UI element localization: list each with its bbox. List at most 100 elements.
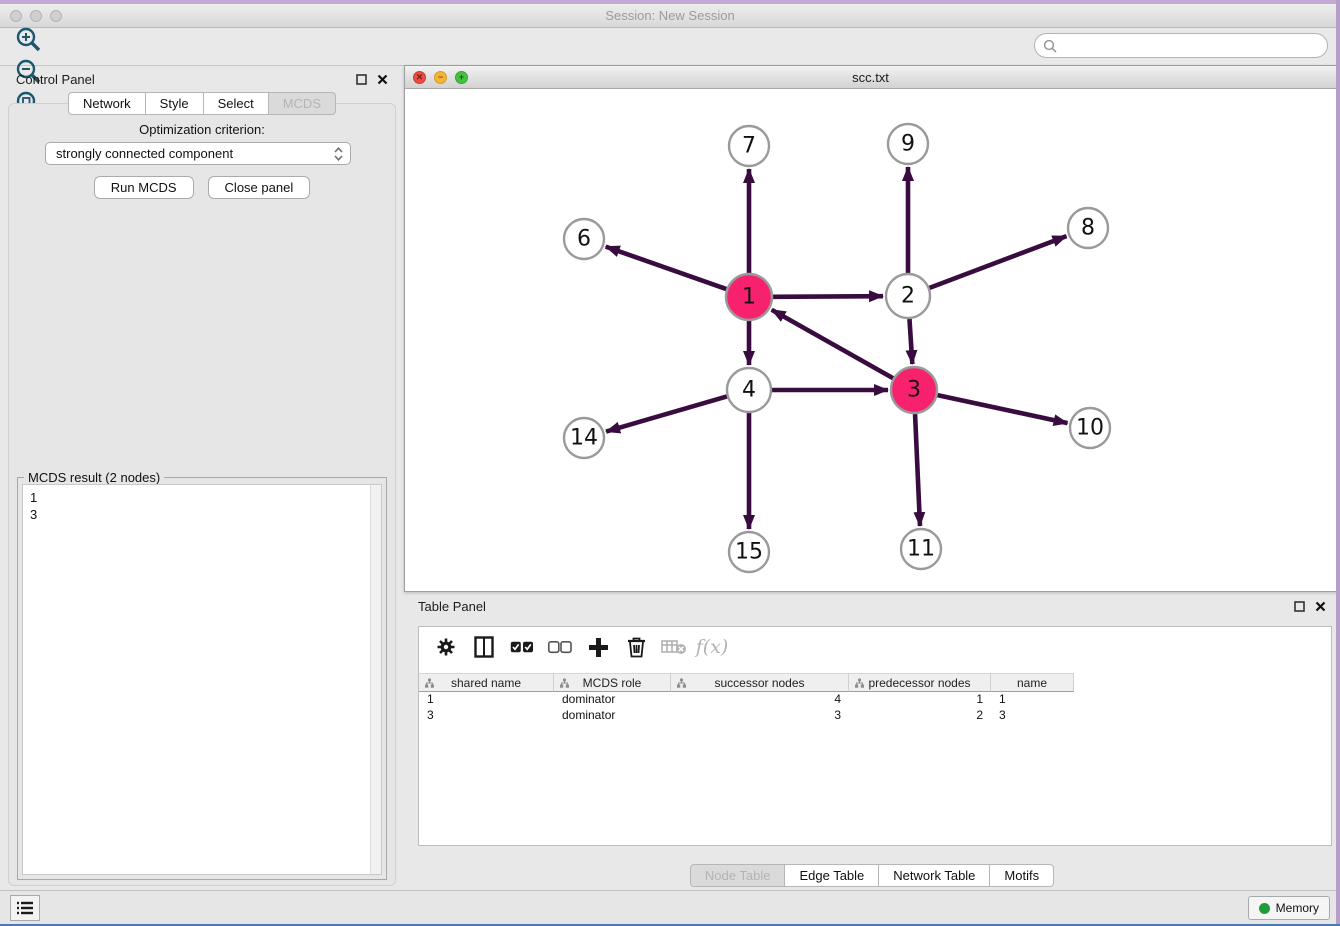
search-box[interactable] bbox=[1034, 33, 1328, 58]
edge-1-6[interactable] bbox=[606, 247, 727, 289]
optimization-criterion-label: Optimization criterion: bbox=[9, 122, 395, 137]
function-builder-icon: f(x) bbox=[695, 632, 729, 662]
close-panel-button[interactable]: Close panel bbox=[208, 176, 311, 199]
table-cell[interactable]: dominator bbox=[554, 708, 671, 724]
deselect-all-icon[interactable] bbox=[543, 632, 577, 662]
graph-node-3[interactable]: 3 bbox=[891, 367, 937, 413]
svg-text:3: 3 bbox=[907, 378, 921, 403]
table-cell[interactable]: 1 bbox=[991, 692, 1074, 708]
node-table-container: f(x) shared nameMCDS rolesuccessor nodes… bbox=[418, 626, 1332, 846]
window-title: Session: New Session bbox=[0, 8, 1340, 23]
mcds-result-textarea[interactable]: 1 3 bbox=[22, 484, 382, 875]
column-header-successor-nodes[interactable]: successor nodes bbox=[671, 673, 849, 692]
graph-node-11[interactable]: 11 bbox=[901, 529, 941, 569]
table-row[interactable]: 3dominator323 bbox=[419, 708, 1331, 724]
desktop-edge-top bbox=[0, 0, 1340, 4]
table-cell[interactable]: 1 bbox=[419, 692, 554, 708]
edge-3-1[interactable] bbox=[772, 310, 893, 378]
zoom-in-icon[interactable] bbox=[11, 24, 45, 56]
close-table-panel-icon[interactable] bbox=[1315, 601, 1326, 612]
graph-node-10[interactable]: 10 bbox=[1070, 408, 1110, 448]
svg-text:8: 8 bbox=[1081, 216, 1095, 241]
control-panel-tabs: NetworkStyleSelectMCDS bbox=[4, 92, 400, 115]
tab-select[interactable]: Select bbox=[203, 92, 268, 115]
tab-network-table[interactable]: Network Table bbox=[878, 864, 989, 887]
edge-3-11[interactable] bbox=[915, 414, 920, 526]
add-column-icon[interactable] bbox=[581, 632, 615, 662]
graph-node-9[interactable]: 9 bbox=[888, 124, 928, 164]
svg-text:11: 11 bbox=[907, 537, 935, 562]
memory-status-icon bbox=[1259, 903, 1270, 914]
svg-text:14: 14 bbox=[570, 426, 598, 451]
mcds-result-group: MCDS result (2 nodes) 1 3 bbox=[17, 477, 387, 880]
delete-table-icon bbox=[657, 632, 691, 662]
show-task-history-button[interactable] bbox=[10, 895, 40, 921]
svg-text:15: 15 bbox=[735, 540, 763, 565]
table-cell[interactable]: 4 bbox=[671, 692, 849, 708]
column-header-MCDS-role[interactable]: MCDS role bbox=[554, 673, 671, 692]
network-graph[interactable]: 1 2 3 4 6 7 8 9 10 11 14 15 bbox=[405, 89, 1336, 592]
column-header-shared-name[interactable]: shared name bbox=[419, 673, 554, 692]
tab-edge-table[interactable]: Edge Table bbox=[784, 864, 878, 887]
control-panel-title: Control Panel bbox=[16, 72, 95, 87]
select-all-icon[interactable] bbox=[505, 632, 539, 662]
table-cell[interactable]: dominator bbox=[554, 692, 671, 708]
graph-node-4[interactable]: 4 bbox=[727, 368, 771, 412]
svg-text:9: 9 bbox=[901, 132, 915, 157]
tab-node-table[interactable]: Node Table bbox=[690, 864, 785, 887]
dropdown-selected-value: strongly connected component bbox=[56, 146, 233, 161]
table-panel: Table Panel f(x) shared nameMCDS rolesuc… bbox=[404, 593, 1340, 890]
network-window-titlebar: ✕ − + scc.txt bbox=[405, 66, 1336, 89]
svg-text:10: 10 bbox=[1076, 416, 1104, 441]
graph-node-8[interactable]: 8 bbox=[1068, 208, 1108, 248]
network-canvas[interactable]: 1 2 3 4 6 7 8 9 10 11 14 15 bbox=[405, 89, 1336, 591]
search-input[interactable] bbox=[1062, 39, 1327, 53]
table-cell[interactable]: 3 bbox=[419, 708, 554, 724]
result-scrollbar[interactable] bbox=[370, 485, 381, 874]
optimization-criterion-dropdown[interactable]: strongly connected component bbox=[45, 142, 351, 165]
table-cell[interactable]: 1 bbox=[849, 692, 991, 708]
close-panel-icon[interactable] bbox=[377, 74, 388, 85]
node-table: shared nameMCDS rolesuccessor nodesprede… bbox=[419, 673, 1331, 724]
run-mcds-button[interactable]: Run MCDS bbox=[94, 176, 194, 199]
graph-node-1[interactable]: 1 bbox=[726, 274, 772, 320]
table-row[interactable]: 1dominator411 bbox=[419, 692, 1331, 708]
chevron-updown-icon bbox=[333, 146, 344, 162]
network-window-title: scc.txt bbox=[405, 70, 1336, 85]
graph-node-2[interactable]: 2 bbox=[886, 274, 930, 318]
table-cell[interactable]: 3 bbox=[671, 708, 849, 724]
delete-column-icon[interactable] bbox=[619, 632, 653, 662]
cytoscape-app: Session: New Session Control Panel Netwo… bbox=[0, 0, 1340, 926]
graph-node-6[interactable]: 6 bbox=[564, 219, 604, 259]
main-toolbar bbox=[0, 28, 1340, 66]
edge-3-10[interactable] bbox=[937, 395, 1067, 423]
svg-text:7: 7 bbox=[742, 134, 756, 159]
memory-button[interactable]: Memory bbox=[1248, 896, 1330, 920]
graph-node-15[interactable]: 15 bbox=[729, 532, 769, 572]
tab-network[interactable]: Network bbox=[68, 92, 145, 115]
edge-4-14[interactable] bbox=[606, 396, 727, 431]
table-options-gear-icon[interactable] bbox=[429, 632, 463, 662]
table-tabs: Node TableEdge TableNetwork TableMotifs bbox=[404, 864, 1340, 887]
edge-2-8[interactable] bbox=[930, 236, 1067, 288]
tab-style[interactable]: Style bbox=[145, 92, 203, 115]
search-icon bbox=[1043, 39, 1057, 53]
svg-text:1: 1 bbox=[742, 285, 756, 310]
table-cell[interactable]: 3 bbox=[991, 708, 1074, 724]
task-list-icon bbox=[16, 900, 34, 916]
table-panel-title: Table Panel bbox=[418, 599, 486, 614]
control-panel: Control Panel NetworkStyleSelectMCDS Opt… bbox=[4, 66, 400, 886]
edge-1-2[interactable] bbox=[773, 296, 883, 297]
float-panel-icon[interactable] bbox=[356, 74, 367, 85]
graph-node-7[interactable]: 7 bbox=[729, 126, 769, 166]
column-header-name[interactable]: name bbox=[991, 673, 1074, 692]
column-browser-icon[interactable] bbox=[467, 632, 501, 662]
float-table-panel-icon[interactable] bbox=[1294, 601, 1305, 612]
column-header-predecessor-nodes[interactable]: predecessor nodes bbox=[849, 673, 991, 692]
status-bar: Memory bbox=[0, 890, 1340, 924]
edge-2-3[interactable] bbox=[909, 319, 912, 364]
tab-motifs[interactable]: Motifs bbox=[989, 864, 1054, 887]
table-cell[interactable]: 2 bbox=[849, 708, 991, 724]
graph-node-14[interactable]: 14 bbox=[564, 418, 604, 458]
tab-mcds[interactable]: MCDS bbox=[268, 92, 336, 115]
